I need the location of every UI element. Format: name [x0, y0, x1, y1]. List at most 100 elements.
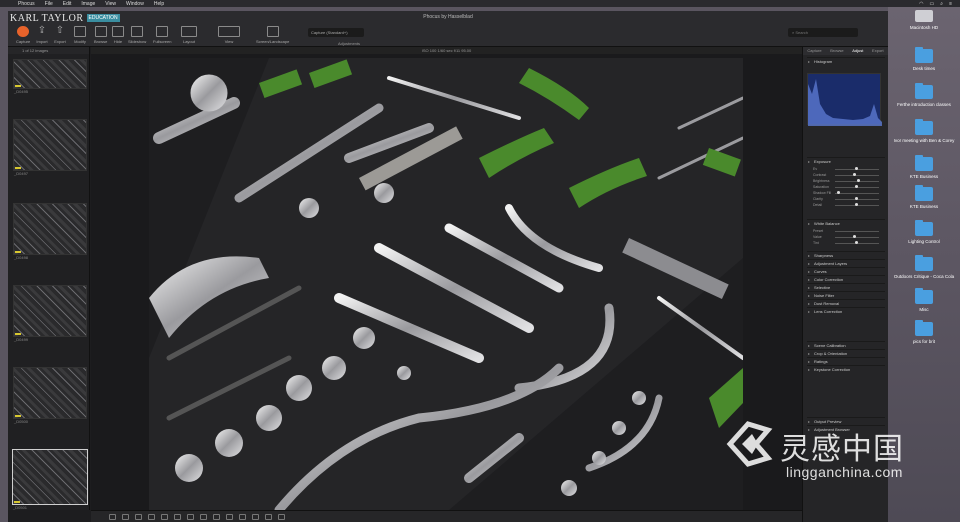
slider-contrast[interactable]: Contrast [813, 173, 885, 177]
layout-button[interactable]: Layout [181, 26, 197, 44]
menu-window[interactable]: Window [126, 1, 144, 7]
slider-ev[interactable]: Ev [813, 167, 885, 171]
slideshow-icon [131, 26, 144, 37]
capture-button[interactable]: Capture [16, 26, 30, 44]
thumbnail[interactable]: _D0500 [13, 367, 87, 424]
section-histogram[interactable]: Histogram [807, 57, 885, 65]
fullscreen-button[interactable]: Fullscreen [153, 26, 171, 44]
desktop-item-hd[interactable]: Macintosh HD [888, 10, 960, 30]
pointer-tool-icon[interactable] [135, 513, 142, 520]
section-selective[interactable]: Selective [807, 283, 885, 291]
rating-stars [15, 333, 21, 335]
tab-adjust[interactable]: Adjust [852, 47, 863, 55]
export-icon: ⇧ [55, 25, 65, 36]
heal-tool-icon[interactable] [187, 513, 194, 520]
section-ratings[interactable]: Ratings [807, 357, 885, 365]
section-crop-orientation[interactable]: Crop & Orientation [807, 349, 885, 357]
desktop-folder[interactable]: pics for brit [888, 320, 960, 344]
straighten-tool-icon[interactable] [161, 513, 168, 520]
thumbnail[interactable]: _D0499 [13, 285, 87, 342]
thumbnail-selected[interactable]: _D0501 [12, 449, 88, 510]
tab-browse[interactable]: Browse [830, 47, 843, 55]
modify-button[interactable]: Modify [74, 26, 86, 44]
tab-export[interactable]: Export [872, 47, 884, 55]
section-adjustment-layers[interactable]: Adjustment Layers [807, 259, 885, 267]
next-icon[interactable] [278, 513, 285, 520]
dropper-tool-icon[interactable] [174, 513, 181, 520]
tools-photo[interactable] [149, 58, 743, 510]
wb-preset[interactable]: Preset [813, 229, 885, 233]
image-info: ISO 100 1/60 sec f/11 95.00 [91, 47, 802, 54]
menu-app[interactable]: Phocus [18, 1, 35, 7]
menu-image[interactable]: Image [81, 1, 95, 7]
export-button[interactable]: ⇧ Export [54, 25, 66, 45]
layout-icon [181, 26, 197, 37]
tab-capture[interactable]: Capture [807, 47, 821, 55]
mask-icon[interactable] [226, 513, 233, 520]
browse-icon [94, 26, 107, 37]
desktop-folder[interactable]: Ivor meeting with Ben & Corey [888, 119, 960, 143]
rating-stars [14, 501, 20, 503]
modify-icon [74, 26, 86, 37]
menu-view[interactable]: View [105, 1, 116, 7]
grid-icon[interactable] [213, 513, 220, 520]
section-exposure[interactable]: Exposure [807, 157, 885, 165]
crop-tool-icon[interactable] [148, 513, 155, 520]
image-viewer[interactable]: ISO 100 1/60 sec f/11 95.00 [91, 47, 802, 510]
wb-tint[interactable]: Tint [813, 241, 885, 245]
section-lens-correction[interactable]: Lens Correction [807, 307, 885, 315]
rating-stars [15, 167, 21, 169]
import-button[interactable]: ⇪ Import [36, 25, 48, 45]
slider-shadow-fill[interactable]: Shadow Fill [813, 191, 885, 195]
style-select[interactable]: Capture (Standard+) [308, 28, 364, 37]
menu-file[interactable]: File [45, 1, 53, 7]
menu-list-icon[interactable]: ≡ [949, 1, 952, 7]
histogram [807, 73, 882, 126]
menu-help[interactable]: Help [154, 1, 164, 7]
slider-clarity[interactable]: Clarity [813, 197, 885, 201]
section-keystone[interactable]: Keystone Correction [807, 365, 885, 373]
screen-icon [266, 26, 279, 37]
section-curves[interactable]: Curves [807, 267, 885, 275]
screen-landscape-button[interactable]: Screen/Landscape [256, 26, 289, 44]
play-icon[interactable] [265, 513, 272, 520]
view-button[interactable]: View [218, 26, 240, 44]
desktop-folder[interactable]: Misc [888, 288, 960, 312]
desktop-folder[interactable]: KTE Business [888, 155, 960, 179]
exposure-warning-icon[interactable] [252, 513, 259, 520]
desktop-folder[interactable]: KTE Business [888, 185, 960, 209]
zoom-tool-icon[interactable] [200, 513, 207, 520]
section-color-correction[interactable]: Color Correction [807, 275, 885, 283]
browse-button[interactable]: Browse [94, 26, 107, 44]
focus-mask-icon[interactable] [239, 513, 246, 520]
section-scene-calibration[interactable]: Scene Calibration [807, 341, 885, 349]
watermark: 灵感中国 lingganchina.com [722, 420, 922, 490]
slider-brightness[interactable]: Brightness [813, 179, 885, 183]
single-view-icon[interactable] [109, 513, 116, 520]
wb-value[interactable]: Value [813, 235, 885, 239]
menu-edit[interactable]: Edit [63, 1, 72, 7]
slider-saturation[interactable]: Saturation [813, 185, 885, 189]
section-dust-removal[interactable]: Dust Removal [807, 299, 885, 307]
desktop-folder[interactable]: Lighting Control [888, 220, 960, 244]
slideshow-button[interactable]: Slideshow [128, 26, 146, 44]
spotlight-icon[interactable]: ⌕ [940, 1, 943, 7]
adjustments-label: Adjustments [338, 41, 361, 46]
hide-button[interactable]: Hide [112, 26, 124, 44]
thumbnail[interactable]: _D0495 [13, 59, 87, 94]
thumbnail[interactable]: _D0497 [13, 119, 87, 176]
section-noise-filter[interactable]: Noise Filter [807, 291, 885, 299]
section-white-balance[interactable]: White Balance [807, 219, 885, 227]
wifi-icon[interactable]: ◠ [919, 1, 923, 7]
search-input[interactable]: ⌕ Search [788, 28, 858, 37]
desktop-folder[interactable]: Outdoors Critique - Coca Cola [888, 255, 960, 279]
section-sharpness[interactable]: Sharpness [807, 251, 885, 259]
upload-icon: ⇪ [37, 25, 47, 36]
status-icons: ◠ ▭ ⌕ ≡ [919, 1, 960, 7]
battery-icon[interactable]: ▭ [930, 1, 935, 7]
desktop-folder[interactable]: Ferthe introduction classes [888, 83, 960, 107]
compare-view-icon[interactable] [122, 513, 129, 520]
slider-detail[interactable]: Detail [813, 203, 885, 207]
thumbnail[interactable]: _D0498 [13, 203, 87, 260]
desktop-folder[interactable]: Desk times [888, 47, 960, 71]
